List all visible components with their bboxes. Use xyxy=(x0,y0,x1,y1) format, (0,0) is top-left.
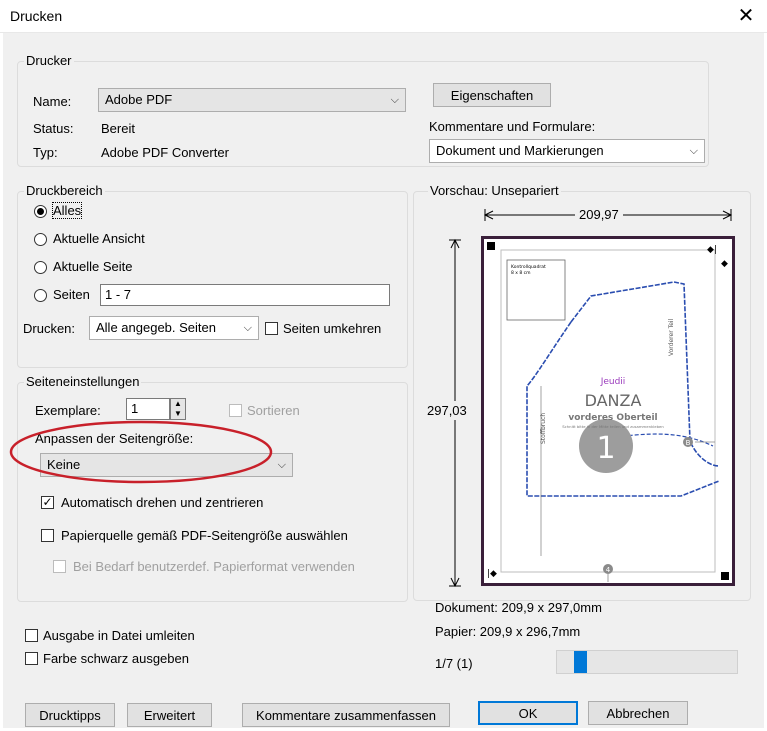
printer-type-label: Typ: xyxy=(33,145,58,160)
print-tips-button[interactable]: Drucktipps xyxy=(25,703,115,727)
comments-forms-value: Dokument und Markierungen xyxy=(436,143,604,158)
collate-checkbox[interactable] xyxy=(229,404,242,417)
sheet-page-number: 1 xyxy=(596,431,615,466)
print-subset-value: Alle angegeb. Seiten xyxy=(96,320,216,335)
radio-current-view-label[interactable]: Aktuelle Ansicht xyxy=(53,231,145,246)
print-to-file-checkbox[interactable] xyxy=(25,629,38,642)
paper-source-checkbox[interactable] xyxy=(41,529,54,542)
copies-spinner[interactable]: ▲ ▼ xyxy=(170,398,186,420)
print-to-file-label[interactable]: Ausgabe in Datei umleiten xyxy=(43,628,195,643)
sheet-instruction: Schnitt bitte in der Mitte teilen und zu… xyxy=(562,424,664,429)
svg-text:◆|: ◆| xyxy=(707,245,717,255)
custom-paper-checkbox[interactable] xyxy=(53,560,66,573)
print-dialog: Drucker Name: Adobe PDF ⌵ Status: Bereit… xyxy=(3,33,764,728)
radio-current-page-label[interactable]: Aktuelle Seite xyxy=(53,259,133,274)
control-square-text-2: 8 x 8 cm xyxy=(511,270,531,276)
page-setup-legend: Seiteneinstellungen xyxy=(24,374,142,389)
sheet-left-label: Stoffbruch xyxy=(540,413,547,444)
grayscale-label[interactable]: Farbe schwarz ausgeben xyxy=(43,651,189,666)
document-size: Dokument: 209,9 x 297,0mm xyxy=(435,600,602,615)
sheet-right-label: Vorderer Teil xyxy=(668,318,675,356)
print-subset-label: Drucken: xyxy=(23,321,76,336)
copies-label: Exemplare: xyxy=(35,403,101,418)
highlight-oval xyxy=(9,420,273,484)
chevron-down-icon: ⌵ xyxy=(277,459,286,471)
copies-input[interactable]: 1 xyxy=(126,398,170,420)
radio-current-page[interactable] xyxy=(34,261,47,274)
height-value: 297,03 xyxy=(427,401,467,420)
comments-forms-label: Kommentare und Formulare: xyxy=(429,119,596,134)
radio-pages-label[interactable]: Seiten xyxy=(53,287,90,302)
printer-name-label: Name: xyxy=(33,94,72,109)
sheet-model: DANZA xyxy=(585,391,642,410)
control-square-text-1: Kontrollquadrat xyxy=(511,264,546,270)
pages-input[interactable]: 1 - 7 xyxy=(100,284,390,306)
properties-button[interactable]: Eigenschaften xyxy=(433,83,551,107)
paper-source-label[interactable]: Papierquelle gemäß PDF-Seitengröße auswä… xyxy=(61,528,348,543)
cancel-button[interactable]: Abbrechen xyxy=(588,701,688,725)
sheet-brand: Jeudii xyxy=(600,377,626,387)
svg-text:◆: ◆ xyxy=(721,259,728,269)
reverse-pages-checkbox[interactable] xyxy=(265,322,278,335)
close-icon[interactable]: ✕ xyxy=(735,3,757,28)
sheet-marker-4: 4 xyxy=(606,566,611,574)
ok-button[interactable]: OK xyxy=(478,701,578,725)
title-bar: Drucken ✕ xyxy=(0,0,767,33)
custom-paper-label: Bei Bedarf benutzerdef. Papierformat ver… xyxy=(73,559,355,574)
auto-rotate-label[interactable]: Automatisch drehen und zentrieren xyxy=(61,495,263,510)
printer-status-label: Status: xyxy=(33,121,74,136)
print-subset-select[interactable]: Alle angegeb. Seiten ⌵ xyxy=(89,316,259,340)
radio-all-label[interactable]: Alles xyxy=(51,202,83,219)
reverse-pages-label[interactable]: Seiten umkehren xyxy=(283,321,381,336)
chevron-down-icon: ⌵ xyxy=(243,322,252,334)
printer-name-select[interactable]: Adobe PDF ⌵ xyxy=(98,88,406,112)
page-slider-thumb[interactable] xyxy=(574,651,587,673)
comments-forms-select[interactable]: Dokument und Markierungen ⌵ xyxy=(429,139,705,163)
page-indicator: 1/7 (1) xyxy=(435,656,473,671)
chevron-down-icon: ⌵ xyxy=(689,145,698,157)
chevron-down-icon: ⌵ xyxy=(390,94,399,106)
printer-legend: Drucker xyxy=(24,53,74,68)
page-slider[interactable] xyxy=(556,650,738,674)
grayscale-checkbox[interactable] xyxy=(25,652,38,665)
advanced-button[interactable]: Erweitert xyxy=(127,703,212,727)
width-value: 209,97 xyxy=(575,207,623,222)
printer-name-value: Adobe PDF xyxy=(105,92,173,107)
printer-type-value: Adobe PDF Converter xyxy=(101,145,229,160)
preview-sheet: ◆| |◆ ◆ Kontrollquadrat 8 x 8 cm 1 Jeudi… xyxy=(481,236,735,586)
window-title: Drucken xyxy=(10,8,63,24)
summarize-comments-button[interactable]: Kommentare zusammenfassen xyxy=(242,703,450,727)
printer-status-value: Bereit xyxy=(101,121,135,136)
print-range-legend: Druckbereich xyxy=(24,183,105,198)
collate-label: Sortieren xyxy=(247,403,300,418)
preview-legend: Vorschau: Unsepariert xyxy=(428,183,561,198)
paper-size: Papier: 209,9 x 296,7mm xyxy=(435,624,581,639)
sheet-piece: vorderes Oberteil xyxy=(568,413,657,423)
auto-rotate-checkbox[interactable]: ✓ xyxy=(41,496,54,509)
svg-text:|◆: |◆ xyxy=(487,569,497,579)
radio-all[interactable] xyxy=(34,205,47,218)
radio-current-view[interactable] xyxy=(34,233,47,246)
radio-pages[interactable] xyxy=(34,289,47,302)
sheet-marker-b: B xyxy=(686,439,691,447)
